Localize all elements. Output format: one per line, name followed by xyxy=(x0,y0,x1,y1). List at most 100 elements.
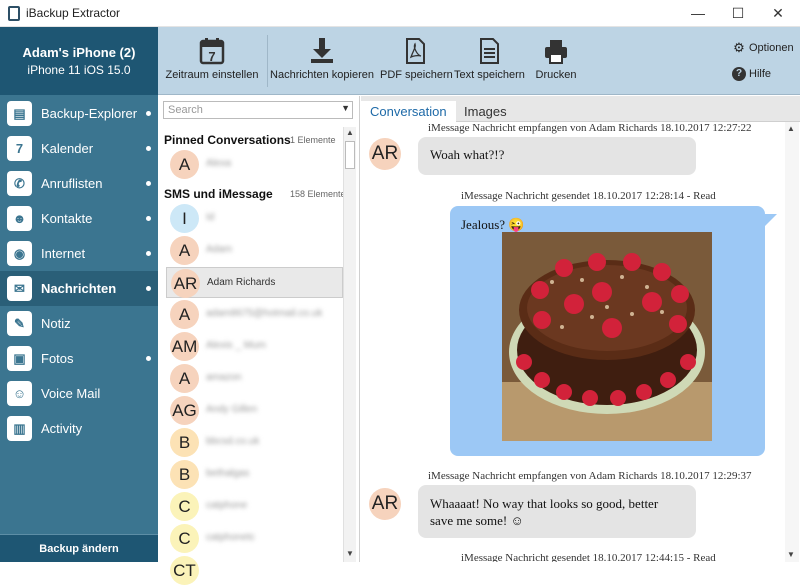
list-item[interactable]: Aamazon xyxy=(166,363,343,394)
cake-photo[interactable] xyxy=(502,232,712,441)
search-placeholder: Search xyxy=(168,104,203,116)
print-button[interactable]: Drucken xyxy=(528,27,584,95)
sidebar-item-kalender[interactable]: 7 Kalender xyxy=(0,131,158,166)
chat-scrollbar[interactable]: ▲ ▼ xyxy=(785,122,799,562)
sidebar-item-anruflisten[interactable]: ✆ Anruflisten xyxy=(0,166,158,201)
printer-icon xyxy=(543,37,569,65)
pinned-header: Pinned Conversations 1 Elemente xyxy=(164,133,336,147)
maximize-button[interactable]: ☐ xyxy=(718,0,758,27)
sidebar-item-kontakte[interactable]: ☻ Kontakte xyxy=(0,201,158,236)
message-bubble-in[interactable]: Woah what?!? xyxy=(418,137,696,175)
sidebar-item-label: Fotos xyxy=(41,351,74,366)
sidebar-item-indicator xyxy=(146,181,151,186)
list-item[interactable]: AM Alexis _ Mum xyxy=(166,331,343,362)
chat-tabs: Conversation Images xyxy=(361,96,800,122)
avatar: A xyxy=(170,364,199,393)
list-item[interactable]: Bbbcsd.co.uk xyxy=(166,427,343,458)
close-button[interactable]: ✕ xyxy=(758,0,798,27)
chevron-down-icon[interactable]: ▼ xyxy=(341,103,350,113)
photos-icon: ▣ xyxy=(7,346,32,371)
sidebar-item-voice-mail[interactable]: ☺ Voice Mail xyxy=(0,376,158,411)
conversation-name: Andy Gillen xyxy=(206,404,258,415)
sidebar-item-label: Anruflisten xyxy=(41,176,103,191)
sidebar-item-label: Nachrichten xyxy=(41,281,117,296)
device-header: Adam's iPhone (2) iPhone 11 iOS 15.0 xyxy=(0,27,158,95)
save-text-button[interactable]: Text speichern xyxy=(454,27,525,95)
list-item[interactable]: AG Andy Gillen xyxy=(166,395,343,426)
device-name: Adam's iPhone (2) xyxy=(22,45,136,60)
conversation-name: catphonetc xyxy=(206,532,255,543)
list-item[interactable]: CT xyxy=(166,555,343,586)
toolbar-separator xyxy=(267,35,268,87)
help-icon: ? xyxy=(732,67,746,81)
avatar: AM xyxy=(170,332,199,361)
sms-header: SMS und iMessage 158 Elemente xyxy=(164,187,346,201)
scroll-down-icon[interactable]: ▼ xyxy=(344,548,356,560)
scroll-thumb[interactable] xyxy=(345,141,355,169)
set-timerange-label: Zeitraum einstellen xyxy=(165,69,259,81)
scroll-down-icon[interactable]: ▼ xyxy=(787,550,795,559)
message-meta: iMessage Nachricht empfangen von Adam Ri… xyxy=(428,470,752,482)
copy-messages-label: Nachrichten kopieren xyxy=(270,69,374,81)
sidebar-item-indicator xyxy=(146,146,151,151)
tab-images[interactable]: Images xyxy=(455,101,516,122)
copy-messages-button[interactable]: Nachrichten kopieren xyxy=(270,27,374,95)
sidebar-item-label: Kontakte xyxy=(41,211,93,226)
message-bubble-out[interactable]: Jealous? 😜 xyxy=(450,206,765,456)
search-input[interactable]: Search ▼ xyxy=(163,101,353,119)
avatar: AR xyxy=(171,269,200,298)
avatar: B xyxy=(170,428,199,457)
bubble-tail xyxy=(765,214,777,226)
calendar-7-icon: 7 xyxy=(199,37,225,65)
activity-icon: ▥ xyxy=(7,416,32,441)
chat-pane: Conversation Images iMessage Nachricht e… xyxy=(361,96,800,562)
sidebar-item-fotos[interactable]: ▣ Fotos xyxy=(0,341,158,376)
list-item[interactable]: Bbethalgas xyxy=(166,459,343,490)
scroll-up-icon[interactable]: ▲ xyxy=(787,124,795,133)
list-item[interactable]: AR Adam Richards xyxy=(166,267,343,298)
avatar: C xyxy=(170,524,199,553)
list-item[interactable]: I Id xyxy=(166,203,343,234)
internet-icon: ◉ xyxy=(7,241,32,266)
message-text: Jealous? 😜 xyxy=(461,217,525,232)
avatar: CT xyxy=(170,556,199,585)
conversation-name: adam8675@hotmail.co.uk xyxy=(206,308,323,319)
save-pdf-button[interactable]: PDF speichern xyxy=(380,27,453,95)
sidebar-item-indicator xyxy=(146,251,151,256)
avatar: AG xyxy=(170,396,199,425)
list-item[interactable]: A Adam xyxy=(166,235,343,266)
message-bubble-in[interactable]: Whaaaat! No way that looks so good, bett… xyxy=(418,485,696,538)
message-text-line-2: save me some! ☺ xyxy=(430,513,524,528)
avatar: B xyxy=(170,460,199,489)
gear-icon: ⚙ xyxy=(733,40,745,55)
list-item[interactable]: Ccatphonetc xyxy=(166,523,343,554)
minimize-button[interactable]: — xyxy=(678,0,718,27)
sidebar-item-internet[interactable]: ◉ Internet xyxy=(0,236,158,271)
list-item[interactable]: A Alexa xyxy=(166,149,343,180)
avatar: A xyxy=(170,300,199,329)
tab-conversation[interactable]: Conversation xyxy=(361,101,456,122)
sidebar-item-indicator xyxy=(146,356,151,361)
scroll-up-icon[interactable]: ▲ xyxy=(344,127,356,139)
contacts-icon: ☻ xyxy=(7,206,32,231)
conversation-name: Alexis _ Mum xyxy=(206,340,267,351)
text-document-icon xyxy=(476,37,502,65)
sidebar-item-label: Voice Mail xyxy=(41,386,101,401)
set-timerange-button[interactable]: 7 Zeitraum einstellen xyxy=(160,27,264,95)
sidebar-item-notiz[interactable]: ✎ Notiz xyxy=(0,306,158,341)
avatar: I xyxy=(170,204,199,233)
backup-change-button[interactable]: Backup ändern xyxy=(0,534,158,562)
sidebar-item-nachrichten[interactable]: ✉ Nachrichten xyxy=(0,271,158,306)
conversation-name: catphone xyxy=(206,500,248,511)
pinned-count: 1 Elemente xyxy=(290,135,336,145)
list-item[interactable]: Aadam8675@hotmail.co.uk xyxy=(166,299,343,330)
sidebar: Adam's iPhone (2) iPhone 11 iOS 15.0 ▤ Ba… xyxy=(0,27,158,562)
list-scrollbar[interactable]: ▲ ▼ xyxy=(343,127,356,562)
conversation-name: amazon xyxy=(206,372,242,383)
message-meta: iMessage Nachricht gesendet 18.10.2017 1… xyxy=(461,190,716,202)
sidebar-nav: ▤ Backup-Explorer 7 Kalender ✆ Anruflisten ☻ Ko… xyxy=(0,96,158,446)
list-item[interactable]: Ccatphone xyxy=(166,491,343,522)
sidebar-item-backup-explorer[interactable]: ▤ Backup-Explorer xyxy=(0,96,158,131)
sidebar-item-activity[interactable]: ▥ Activity xyxy=(0,411,158,446)
conversation-list-pane: Search ▼ Pinned Conversations 1 Elemente… xyxy=(158,96,360,585)
